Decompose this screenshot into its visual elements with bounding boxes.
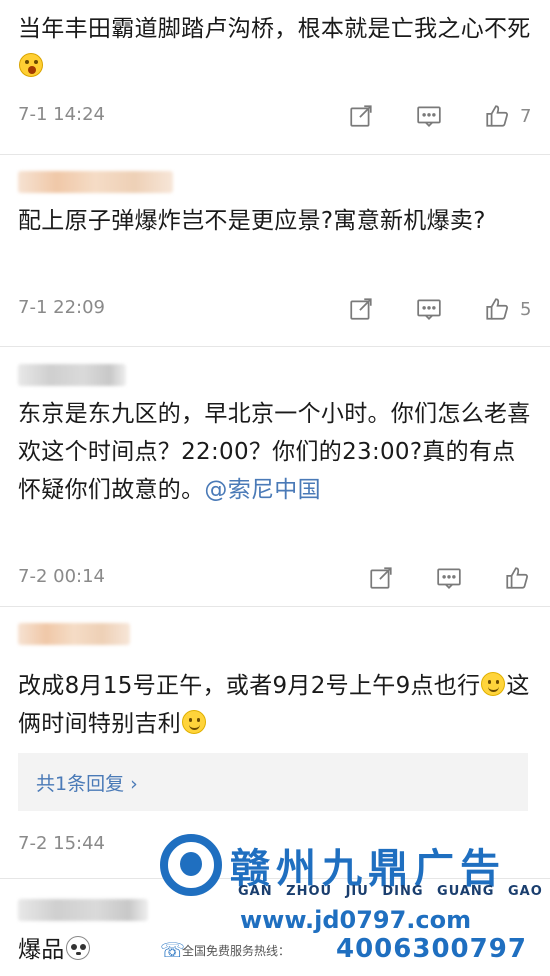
comment-actions: 5 (308, 293, 534, 325)
comment-meta: 7-2 00:14 (18, 562, 534, 594)
share-icon[interactable] (346, 294, 376, 324)
like-count: 7 (520, 105, 532, 127)
comment-text: 改成8月15号正午，或者9月2号上午9点也行 这俩时间特别吉利 (18, 672, 530, 737)
comment-time: 7-1 22:09 (18, 297, 105, 318)
username-blurred[interactable] (18, 171, 173, 193)
watermark-hotline-number: 4006300797 (336, 934, 527, 964)
comment-icon[interactable] (434, 563, 464, 593)
like-count: 5 (520, 298, 532, 320)
comment-time: 7-2 15:44 (18, 833, 105, 854)
share-icon[interactable] (366, 563, 396, 593)
comment-text: 当年丰田霸道脚踏卢沟桥，根本就是亡我之心不死 (18, 10, 534, 86)
username-blurred[interactable] (18, 899, 148, 921)
watermark-url: www.jd0797.com (240, 906, 472, 934)
watermark-logo-icon (160, 834, 222, 896)
panda-emoji-icon (65, 936, 90, 960)
shocked-emoji-icon (19, 53, 43, 77)
advertising-watermark: 赣州九鼎广告 GAN ZHOU JIU DING GUANG GAO www.j… (160, 830, 550, 976)
comment-meta: 7-1 14:24 7 (18, 100, 534, 132)
username-blurred[interactable] (18, 623, 130, 645)
smile-emoji-icon (481, 672, 506, 696)
comment-time: 7-1 14:24 (18, 104, 105, 125)
watermark-hotline-label: 全国免费服务热线： (182, 944, 291, 958)
reply-summary-box[interactable]: 共1条回复 › (18, 753, 528, 811)
comment-actions: 7 (308, 100, 534, 132)
watermark-pinyin: GAN ZHOU JIU DING GUANG GAO (238, 884, 543, 899)
comment-text: 东京是东九区的，早北京一个小时。你们怎么老喜欢这个时间点？22:00？你们的23… (18, 401, 531, 503)
username-blurred[interactable] (18, 364, 126, 386)
share-icon[interactable] (346, 101, 376, 131)
reply-summary-link[interactable]: 共1条回复 › (36, 769, 138, 796)
divider (0, 154, 550, 155)
divider (0, 606, 550, 607)
thumb-up-icon[interactable] (502, 563, 532, 593)
comment-time: 7-2 00:14 (18, 566, 105, 587)
comment-icon[interactable] (414, 101, 444, 131)
comment-text: 配上原子弹爆炸岂不是更应景?寓意新机爆卖? (18, 208, 486, 234)
thumb-up-icon[interactable] (482, 101, 512, 131)
mention-link[interactable]: @索尼中国 (204, 477, 321, 503)
divider (0, 346, 550, 347)
thumb-up-icon[interactable] (482, 294, 512, 324)
comment-actions (328, 562, 534, 594)
comment-meta: 7-1 22:09 5 (18, 293, 534, 325)
smile-emoji-icon (182, 710, 207, 734)
comment-icon[interactable] (414, 294, 444, 324)
